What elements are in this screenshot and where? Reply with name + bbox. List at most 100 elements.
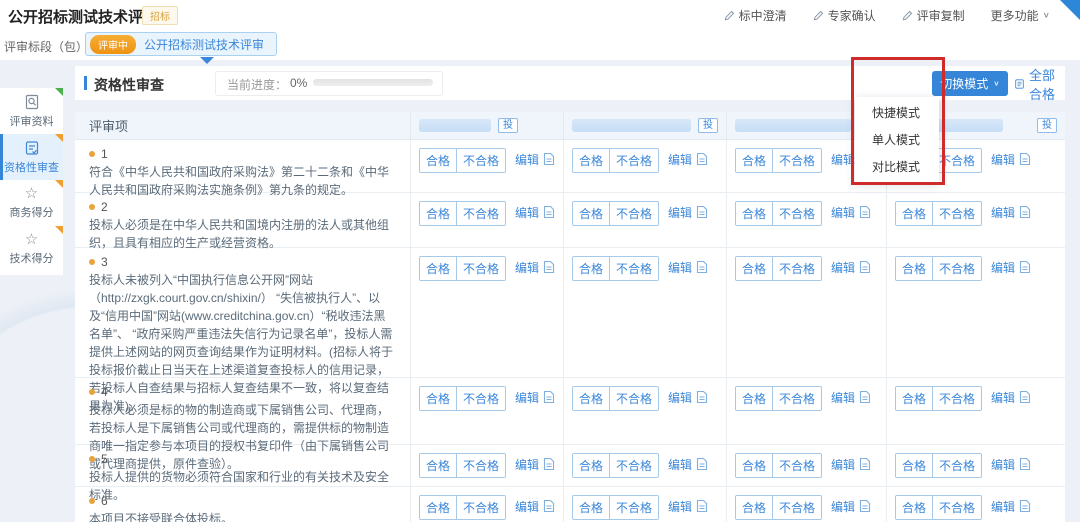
attachment-doc-icon[interactable]	[859, 457, 871, 471]
attachment-doc-icon[interactable]	[696, 499, 708, 513]
edit-link[interactable]: 编辑	[991, 456, 1015, 473]
attachment-doc-icon[interactable]	[1019, 457, 1031, 471]
stage-tab[interactable]: 评审中 公开招标测试技术评审	[85, 32, 277, 56]
attachment-doc-icon[interactable]	[1019, 499, 1031, 513]
attachment-doc-icon[interactable]	[696, 205, 708, 219]
attachment-doc-icon[interactable]	[696, 152, 708, 166]
pass-button[interactable]: 合格	[896, 454, 932, 477]
edit-link[interactable]: 编辑	[991, 151, 1015, 168]
fail-button[interactable]: 不合格	[456, 454, 505, 477]
dropdown-item-quick-mode[interactable]: 快捷模式	[855, 100, 939, 127]
attachment-doc-icon[interactable]	[696, 457, 708, 471]
attachment-doc-icon[interactable]	[859, 499, 871, 513]
edit-link[interactable]: 编辑	[515, 259, 539, 276]
attachment-doc-icon[interactable]	[1019, 390, 1031, 404]
attachment-doc-icon[interactable]	[696, 390, 708, 404]
fail-button[interactable]: 不合格	[932, 202, 981, 225]
edit-link[interactable]: 编辑	[831, 456, 855, 473]
all-pass-button[interactable]: 全部合格	[1015, 71, 1065, 96]
fail-button[interactable]: 不合格	[772, 257, 821, 280]
attachment-doc-icon[interactable]	[859, 390, 871, 404]
fail-button[interactable]: 不合格	[772, 454, 821, 477]
fail-button[interactable]: 不合格	[932, 149, 981, 172]
edit-link[interactable]: 编辑	[831, 204, 855, 221]
pass-button[interactable]: 合格	[420, 454, 456, 477]
pass-button[interactable]: 合格	[420, 257, 456, 280]
pass-button[interactable]: 合格	[573, 257, 609, 280]
edit-link[interactable]: 编辑	[668, 498, 692, 515]
pass-button[interactable]: 合格	[896, 257, 932, 280]
edit-link[interactable]: 编辑	[515, 498, 539, 515]
edit-link[interactable]: 编辑	[515, 389, 539, 406]
fail-button[interactable]: 不合格	[609, 496, 658, 519]
fail-button[interactable]: 不合格	[456, 387, 505, 410]
fail-button[interactable]: 不合格	[609, 387, 658, 410]
fail-button[interactable]: 不合格	[609, 257, 658, 280]
edit-link[interactable]: 编辑	[991, 204, 1015, 221]
sidebar-item-business-score[interactable]: ☆ 商务得分	[0, 180, 63, 226]
edit-link[interactable]: 编辑	[831, 259, 855, 276]
edit-link[interactable]: 编辑	[668, 151, 692, 168]
fail-button[interactable]: 不合格	[456, 496, 505, 519]
pass-button[interactable]: 合格	[736, 202, 772, 225]
fail-button[interactable]: 不合格	[609, 202, 658, 225]
edit-link[interactable]: 编辑	[991, 259, 1015, 276]
fail-button[interactable]: 不合格	[456, 202, 505, 225]
edit-link[interactable]: 编辑	[831, 498, 855, 515]
pass-button[interactable]: 合格	[420, 496, 456, 519]
pass-button[interactable]: 合格	[573, 387, 609, 410]
pass-button[interactable]: 合格	[420, 149, 456, 172]
sidebar-item-technical-score[interactable]: ☆ 技术得分	[0, 226, 63, 272]
attachment-doc-icon[interactable]	[543, 260, 555, 274]
pass-button[interactable]: 合格	[736, 454, 772, 477]
fail-button[interactable]: 不合格	[772, 202, 821, 225]
attachment-doc-icon[interactable]	[543, 390, 555, 404]
fail-button[interactable]: 不合格	[609, 149, 658, 172]
pass-button[interactable]: 合格	[573, 496, 609, 519]
edit-link[interactable]: 编辑	[831, 389, 855, 406]
dropdown-item-single-mode[interactable]: 单人模式	[855, 127, 939, 154]
edit-link[interactable]: 编辑	[515, 204, 539, 221]
fail-button[interactable]: 不合格	[932, 387, 981, 410]
attachment-doc-icon[interactable]	[1019, 260, 1031, 274]
edit-link[interactable]: 编辑	[668, 456, 692, 473]
menu-item-review-copy[interactable]: 评审复制	[902, 7, 965, 24]
pass-button[interactable]: 合格	[573, 454, 609, 477]
fail-button[interactable]: 不合格	[609, 454, 658, 477]
edit-link[interactable]: 编辑	[668, 259, 692, 276]
attachment-doc-icon[interactable]	[859, 205, 871, 219]
dropdown-item-compare-mode[interactable]: 对比模式	[855, 154, 939, 181]
fail-button[interactable]: 不合格	[456, 149, 505, 172]
edit-link[interactable]: 编辑	[991, 389, 1015, 406]
fail-button[interactable]: 不合格	[932, 257, 981, 280]
edit-link[interactable]: 编辑	[515, 151, 539, 168]
edit-link[interactable]: 编辑	[668, 389, 692, 406]
fail-button[interactable]: 不合格	[772, 496, 821, 519]
fail-button[interactable]: 不合格	[932, 454, 981, 477]
pass-button[interactable]: 合格	[896, 202, 932, 225]
pass-button[interactable]: 合格	[420, 202, 456, 225]
pass-button[interactable]: 合格	[736, 387, 772, 410]
fail-button[interactable]: 不合格	[772, 387, 821, 410]
attachment-doc-icon[interactable]	[859, 260, 871, 274]
edit-link[interactable]: 编辑	[831, 151, 855, 168]
pass-button[interactable]: 合格	[736, 257, 772, 280]
fail-button[interactable]: 不合格	[456, 257, 505, 280]
pass-button[interactable]: 合格	[896, 387, 932, 410]
attachment-doc-icon[interactable]	[1019, 152, 1031, 166]
switch-mode-button[interactable]: 切换模式 ∨	[932, 71, 1008, 96]
attachment-doc-icon[interactable]	[696, 260, 708, 274]
menu-item-clarify[interactable]: 标中澄清	[724, 7, 787, 24]
menu-item-expert-confirm[interactable]: 专家确认	[813, 7, 876, 24]
pass-button[interactable]: 合格	[896, 496, 932, 519]
edit-link[interactable]: 编辑	[668, 204, 692, 221]
attachment-doc-icon[interactable]	[1019, 205, 1031, 219]
pass-button[interactable]: 合格	[420, 387, 456, 410]
edit-link[interactable]: 编辑	[515, 456, 539, 473]
attachment-doc-icon[interactable]	[543, 152, 555, 166]
attachment-doc-icon[interactable]	[543, 205, 555, 219]
sidebar-item-qualification-review[interactable]: 资格性审查	[0, 134, 63, 180]
fail-button[interactable]: 不合格	[772, 149, 821, 172]
fail-button[interactable]: 不合格	[932, 496, 981, 519]
attachment-doc-icon[interactable]	[543, 499, 555, 513]
